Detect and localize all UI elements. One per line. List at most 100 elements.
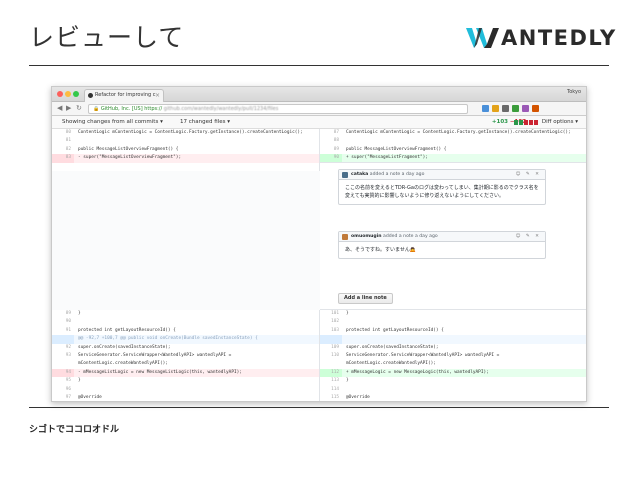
diff-line[interactable]: 89 public MessageListOverviewFragment() {: [320, 146, 586, 154]
diff-line[interactable]: 115 @Override: [320, 394, 586, 401]
diff-line[interactable]: 91 protected int getLayoutResourceId() {: [52, 327, 319, 335]
browser-extension-icon[interactable]: [532, 105, 539, 112]
diff-line[interactable]: 101}: [320, 310, 586, 318]
line-number[interactable]: 93: [52, 352, 74, 360]
line-number[interactable]: [320, 360, 342, 368]
line-number[interactable]: 95: [52, 377, 74, 385]
comment-meta: added a note a day ago: [369, 172, 425, 177]
diff-line[interactable]: 81: [52, 137, 319, 145]
pr-files-toolbar: Showing changes from all commits ▾ 17 ch…: [52, 116, 586, 129]
line-number[interactable]: 109: [320, 344, 342, 352]
minimize-window-icon[interactable]: [65, 91, 71, 97]
diff-line[interactable]: 93 ServiceGenerator.ServiceWrapper<Wanted…: [52, 352, 319, 360]
add-line-note-button[interactable]: Add a line note: [338, 293, 393, 304]
line-number[interactable]: 90: [52, 318, 74, 326]
comment-author[interactable]: cataka: [351, 172, 368, 177]
line-number[interactable]: 115: [320, 394, 342, 401]
diff-line[interactable]: 110 ServiceGenerator.ServiceWrapper<Wante…: [320, 352, 586, 360]
line-number[interactable]: 103: [320, 327, 342, 335]
browser-extension-icon[interactable]: [512, 105, 519, 112]
line-number[interactable]: 92: [52, 344, 74, 352]
line-code: }: [78, 311, 81, 316]
tab-close-icon[interactable]: ×: [155, 90, 160, 101]
commit-range-select[interactable]: Showing changes from all commits ▾: [62, 116, 163, 129]
diff-stat-bars: [514, 120, 538, 125]
avatar[interactable]: [342, 234, 348, 240]
line-number[interactable]: 102: [320, 318, 342, 326]
lock-icon: 🔒: [93, 106, 101, 112]
address-bar[interactable]: 🔒 GitHub, Inc. [US] https:// github.com/…: [88, 104, 468, 114]
browser-tab[interactable]: Refactor for improving c ×: [84, 89, 164, 102]
github-icon: [88, 93, 93, 98]
browser-extension-icon[interactable]: [502, 105, 509, 112]
line-number[interactable]: [52, 335, 74, 344]
tab-bar: Refactor for improving c × Tokyo: [52, 87, 586, 102]
line-number[interactable]: 81: [52, 137, 74, 145]
zoom-window-icon[interactable]: [73, 91, 79, 97]
diff-line[interactable]: 87 ContentLogic mContentLogic = ContentLo…: [320, 129, 586, 137]
reload-icon[interactable]: ↻: [76, 104, 82, 112]
url-scheme: https://: [144, 106, 163, 112]
diff-line[interactable]: 103 protected int getLayoutResourceId() {: [320, 327, 586, 335]
diff-left-pane-lower: 89} 90 91 protected int getLayoutResourceId…: [52, 310, 320, 401]
diff-line[interactable]: 80 ContentLogic mContentLogic = ContentLo…: [52, 129, 319, 137]
diff-line[interactable]: 112 + mMessageLogic = new MessageLogic(th…: [320, 368, 586, 378]
browser-extension-icon[interactable]: [522, 105, 529, 112]
back-icon[interactable]: ◀: [57, 104, 62, 112]
bottom-divider: [29, 407, 609, 408]
line-number[interactable]: 96: [52, 386, 74, 394]
comment-spacer-left: [52, 171, 320, 310]
line-number[interactable]: 97: [52, 394, 74, 401]
line-number[interactable]: 82: [52, 146, 74, 154]
diff-line[interactable]: 97 @Override: [52, 394, 319, 401]
diff-line[interactable]: 96: [52, 386, 319, 394]
diff-line[interactable]: mContentLogic.createWantedlyAPI();: [52, 360, 319, 368]
line-number[interactable]: 80: [52, 129, 74, 137]
line-code: ServiceGenerator.ServiceWrapper<Wantedly…: [346, 352, 500, 358]
browser-extension-icon[interactable]: [482, 105, 489, 112]
line-code: @Override: [78, 394, 102, 400]
line-number[interactable]: 83: [52, 154, 74, 163]
diff-line[interactable]: 94 - mMessageListLogic = new MessageListL…: [52, 368, 319, 378]
diff-line[interactable]: 109 super.onCreate(savedInstanceState);: [320, 344, 586, 352]
diff-line[interactable]: 82 public MessageListOverviewFragment() {: [52, 146, 319, 154]
diff-line[interactable]: 113}: [320, 377, 586, 385]
line-number[interactable]: 113: [320, 377, 342, 385]
line-number[interactable]: 101: [320, 310, 342, 318]
diff-hunk-header[interactable]: [320, 335, 586, 344]
line-number[interactable]: 94: [52, 368, 74, 378]
line-number[interactable]: 114: [320, 386, 342, 394]
line-code: protected int getLayoutResourceId() {: [78, 327, 176, 333]
line-number[interactable]: [320, 335, 342, 344]
close-window-icon[interactable]: [57, 91, 63, 97]
diff-line[interactable]: 89}: [52, 310, 319, 318]
line-number[interactable]: 87: [320, 129, 342, 137]
diff-line[interactable]: 90: [52, 318, 319, 326]
changed-files-select[interactable]: 17 changed files ▾: [180, 116, 230, 129]
line-number[interactable]: 88: [320, 137, 342, 145]
line-number[interactable]: [52, 360, 74, 368]
diff-line[interactable]: 95}: [52, 377, 319, 385]
line-code: - mMessageListLogic = new MessageListLog…: [78, 369, 242, 375]
line-number[interactable]: 89: [52, 310, 74, 318]
diff-line[interactable]: 102: [320, 318, 586, 326]
diff-line[interactable]: 114: [320, 386, 586, 394]
line-number[interactable]: 110: [320, 352, 342, 360]
diff-line[interactable]: 88: [320, 137, 586, 145]
diff-options-button[interactable]: Diff options ▾: [542, 116, 578, 129]
comment-actions-icons[interactable]: ☺ ✎ ✕: [516, 170, 541, 180]
diff-hunk-header[interactable]: @@ -92,7 +100,7 @@ public void onCreate(…: [52, 335, 319, 344]
browser-extension-icon[interactable]: [492, 105, 499, 112]
diff-line[interactable]: 83 - super("MessageListOverviewFragment")…: [52, 154, 319, 163]
comment-actions-icons[interactable]: ☺ ✎ ✕: [516, 232, 541, 242]
line-number[interactable]: 112: [320, 368, 342, 378]
diff-line[interactable]: mContentLogic.createWantedlyAPI();: [320, 360, 586, 368]
avatar[interactable]: [342, 172, 348, 178]
forward-icon[interactable]: ▶: [66, 104, 71, 112]
line-number[interactable]: 89: [320, 146, 342, 154]
line-number[interactable]: 91: [52, 327, 74, 335]
comment-author[interactable]: omuomugin: [351, 234, 382, 239]
browser-profile[interactable]: Tokyo: [567, 89, 581, 95]
diff-line[interactable]: 92 super.onCreate(savedInstanceState);: [52, 344, 319, 352]
wantedly-w-mark-icon: [466, 28, 499, 48]
